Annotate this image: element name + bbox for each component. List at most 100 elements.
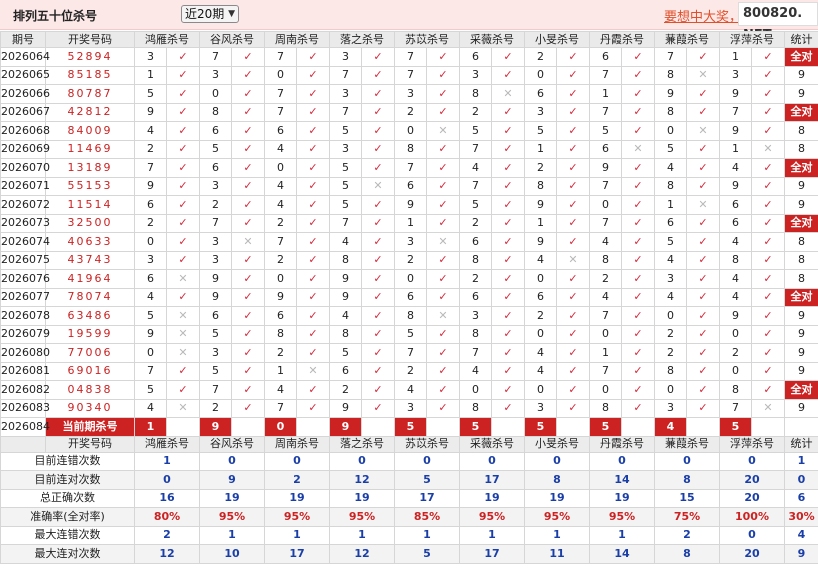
draw-numbers: 80787	[45, 84, 135, 104]
summary-value: 1	[134, 451, 200, 471]
check-icon: ✓	[686, 139, 720, 159]
summary-row: 总正确次数 16 19 19 19 17 19 19 19 15 20 6	[0, 488, 818, 508]
kill-number: 6	[134, 269, 167, 289]
summary-header: 鸿雁杀号	[134, 435, 200, 453]
check-icon: ✓	[426, 398, 460, 418]
summary-header: 采薇杀号	[459, 435, 525, 453]
check-icon: ✓	[621, 250, 655, 270]
kill-number: 2	[134, 139, 167, 159]
check-icon: ✓	[556, 269, 590, 289]
kill-number: 8	[654, 361, 687, 381]
current-period: 2026084	[0, 417, 50, 437]
check-icon: ✓	[426, 324, 460, 344]
summary-value: 95%	[199, 507, 265, 527]
kill-number: 4	[264, 195, 297, 215]
kill-number: 7	[589, 176, 622, 196]
summary-value: 2	[264, 470, 330, 490]
check-icon: ✓	[166, 361, 200, 381]
check-icon: ✓	[686, 232, 720, 252]
period-select[interactable]: 近20期 ▼	[181, 5, 239, 23]
check-icon: ✓	[166, 232, 200, 252]
check-icon: ✓	[621, 306, 655, 326]
check-icon: ✓	[491, 65, 525, 85]
check-icon: ✓	[361, 158, 395, 178]
kill-number: 0	[524, 380, 557, 400]
summary-value: 10	[199, 544, 265, 564]
current-kill-value: 9	[329, 417, 362, 437]
summary-value: 1	[784, 451, 818, 471]
summary-value: 0	[394, 451, 460, 471]
check-icon: ✓	[491, 121, 525, 141]
kill-number: 7	[199, 213, 232, 233]
kill-number: 2	[589, 269, 622, 289]
current-kill-value: 4	[654, 417, 687, 437]
summary-label: 最大连对次数	[0, 544, 135, 564]
check-icon: ✓	[556, 84, 590, 104]
check-icon: ✓	[686, 47, 720, 67]
summary-label: 目前连对次数	[0, 470, 135, 490]
draw-numbers: 69016	[45, 361, 135, 381]
check-icon: ✓	[751, 102, 785, 122]
summary-value: 0	[654, 451, 720, 471]
summary-value: 12	[329, 544, 395, 564]
check-icon: ✓	[556, 65, 590, 85]
check-icon: ✓	[621, 213, 655, 233]
kill-number: 4	[264, 176, 297, 196]
check-icon: ✓	[231, 65, 265, 85]
summary-value: 95%	[524, 507, 590, 527]
current-kill-value: 5	[589, 417, 622, 437]
check-icon: ✓	[751, 269, 785, 289]
kill-number: 2	[524, 158, 557, 178]
check-icon: ✓	[556, 176, 590, 196]
check-icon: ✓	[491, 287, 525, 307]
kill-number: 9	[719, 121, 752, 141]
check-icon: ✓	[686, 343, 720, 363]
kill-number: 9	[134, 176, 167, 196]
kill-number: 7	[264, 47, 297, 67]
check-icon: ✓	[231, 84, 265, 104]
check-icon: ✓	[166, 213, 200, 233]
kill-number: 4	[524, 361, 557, 381]
summary-row: 最大连错次数 2 1 1 1 1 1 1 1 2 0 4	[0, 525, 818, 545]
summary-header: 丹霞杀号	[589, 435, 655, 453]
check-icon: ✓	[621, 47, 655, 67]
current-stat-empty	[784, 417, 818, 437]
draw-numbers: 90340	[45, 398, 135, 418]
promo-link[interactable]: 要想中大奖，	[664, 6, 742, 25]
kill-number: 0	[654, 380, 687, 400]
cross-icon: ✕	[686, 121, 720, 141]
check-icon: ✓	[231, 343, 265, 363]
stat-cell: 9	[784, 65, 818, 85]
kill-number: 2	[264, 250, 297, 270]
check-icon: ✓	[361, 361, 395, 381]
stat-cell: 9	[784, 306, 818, 326]
kill-number: 2	[394, 250, 427, 270]
check-icon: ✓	[361, 65, 395, 85]
kill-number: 7	[459, 139, 492, 159]
summary-value: 17	[459, 544, 525, 564]
draw-numbers: 04838	[45, 380, 135, 400]
kill-number: 7	[329, 102, 362, 122]
kill-number: 8	[459, 324, 492, 344]
check-icon: ✓	[621, 343, 655, 363]
cross-icon: ✕	[556, 250, 590, 270]
kill-number: 3	[199, 232, 232, 252]
period-cell: 2026078	[0, 306, 50, 326]
kill-number: 7	[264, 398, 297, 418]
check-icon: ✓	[751, 213, 785, 233]
check-icon: ✓	[751, 176, 785, 196]
check-icon: ✓	[166, 65, 200, 85]
table-row: 2026083 90340 4 ✕ 2 ✓ 7 ✓ 9 ✓ 3 ✓ 8 ✓ 3 ✓ 8 ✓ 3 ✓ 7 ✕ 9	[0, 398, 818, 418]
kill-number: 9	[719, 84, 752, 104]
kill-number: 5	[329, 176, 362, 196]
kill-number: 0	[524, 65, 557, 85]
summary-value: 0	[524, 451, 590, 471]
cross-icon: ✕	[751, 139, 785, 159]
check-icon: ✓	[621, 232, 655, 252]
cross-icon: ✕	[426, 232, 460, 252]
summary-value: 1	[524, 525, 590, 545]
kill-number: 3	[199, 65, 232, 85]
col-zhounan: 周南杀号	[264, 31, 330, 48]
check-icon: ✓	[621, 102, 655, 122]
kill-number: 3	[459, 306, 492, 326]
